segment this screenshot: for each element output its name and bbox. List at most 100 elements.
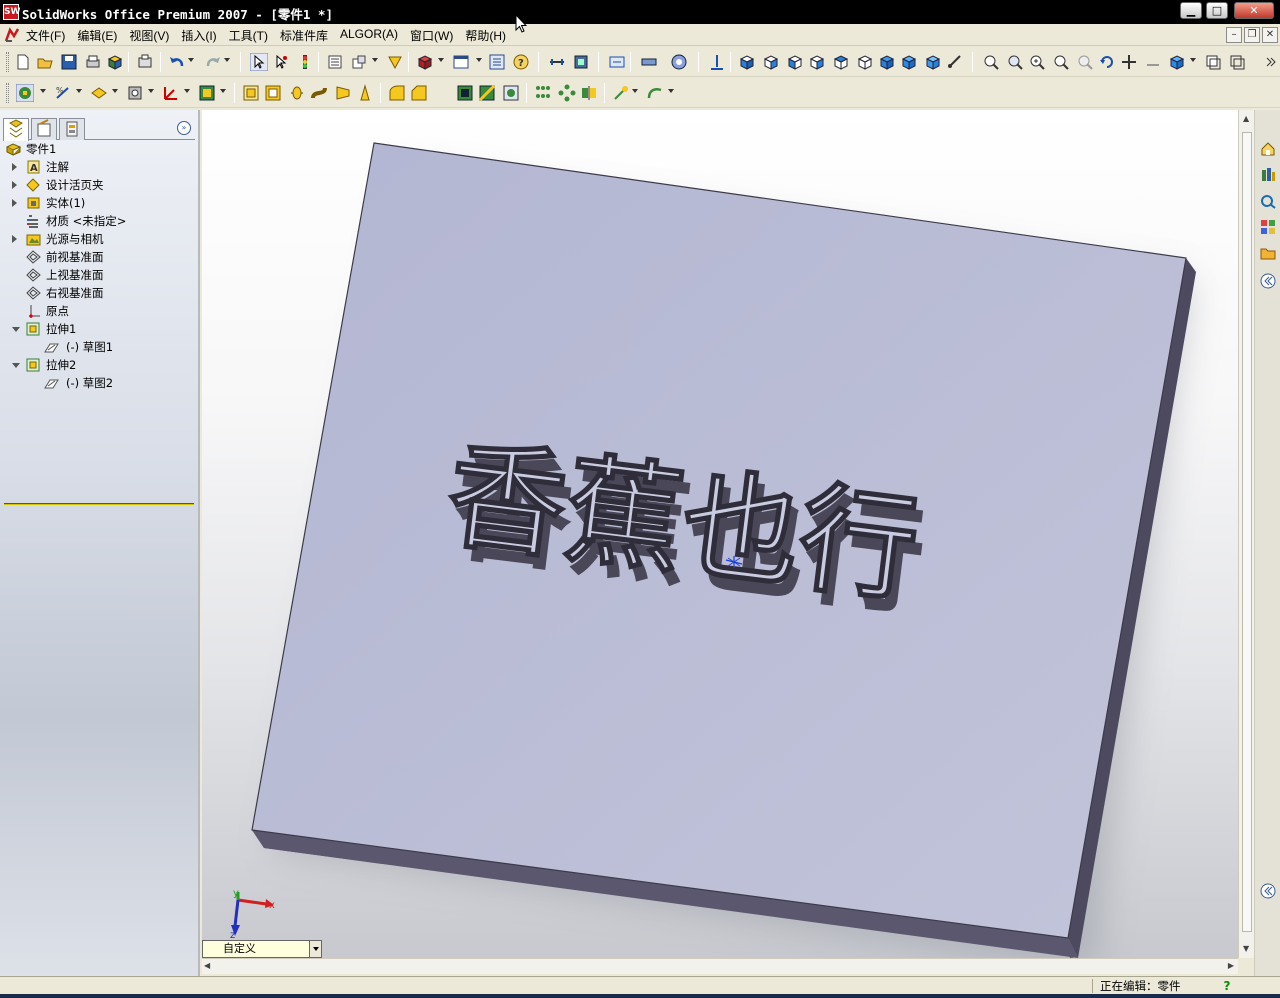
doc-restore-button[interactable]: ❐ <box>1244 27 1260 43</box>
expand-pane-icon[interactable] <box>1259 272 1277 290</box>
left-view-icon[interactable] <box>786 53 804 71</box>
revolve-icon[interactable] <box>288 84 306 102</box>
linear-pattern-icon[interactable] <box>534 84 552 102</box>
redo-icon[interactable] <box>204 53 222 71</box>
flex-icon[interactable] <box>646 84 664 102</box>
open-file-icon[interactable] <box>36 53 54 71</box>
select-pointer-icon[interactable] <box>249 52 269 72</box>
properties-icon[interactable] <box>488 53 506 71</box>
menu-item[interactable]: 视图(V) <box>129 27 169 44</box>
expand-icon[interactable] <box>12 235 17 243</box>
zoom-to-fit-icon[interactable] <box>982 53 1000 71</box>
print-preview-icon[interactable] <box>136 53 154 71</box>
chevron-down-icon[interactable] <box>40 89 46 93</box>
fillet-icon[interactable] <box>388 84 406 102</box>
scroll-thumb[interactable] <box>1242 132 1252 932</box>
select-filter-icon[interactable] <box>272 53 290 71</box>
help-icon[interactable]: ? <box>1220 979 1234 993</box>
isometric-view-icon[interactable] <box>878 53 896 71</box>
toolbar-overflow-icon[interactable] <box>1262 53 1280 71</box>
instant-3d-icon[interactable] <box>162 84 180 102</box>
trimetric-view-icon[interactable] <box>900 53 918 71</box>
dimxpert-icon[interactable] <box>608 53 626 71</box>
menu-item[interactable]: 文件(F) <box>26 27 65 44</box>
reference-geometry-icon[interactable] <box>90 84 108 102</box>
scroll-up-icon[interactable]: ▲ <box>1243 114 1249 123</box>
scroll-left-icon[interactable]: ◀ <box>204 961 210 970</box>
chevron-down-icon[interactable] <box>112 89 118 93</box>
file-explorer-icon[interactable] <box>1259 192 1277 210</box>
graphics-area[interactable]: 香蕉也行 香蕉也行 x y z 自定义 <box>202 110 1238 958</box>
chamfer-icon[interactable] <box>410 84 428 102</box>
collapse-icon[interactable] <box>12 327 20 332</box>
features-icon[interactable] <box>198 84 216 102</box>
circular-pattern-icon[interactable] <box>558 84 576 102</box>
chevron-down-icon[interactable] <box>76 89 82 93</box>
vertical-scrollbar[interactable]: ▲ ▼ <box>1238 110 1254 958</box>
back-view-icon[interactable] <box>762 53 780 71</box>
print-icon[interactable] <box>84 53 102 71</box>
zoom-previous-icon[interactable] <box>1076 53 1094 71</box>
hole-wizard-icon[interactable] <box>502 84 520 102</box>
link-views-icon[interactable] <box>946 53 964 71</box>
surface-icon[interactable] <box>670 53 688 71</box>
chevron-down-icon[interactable] <box>188 58 194 62</box>
mass-properties-icon[interactable] <box>572 53 590 71</box>
3d-content-icon[interactable] <box>416 53 434 71</box>
chevron-down-icon[interactable] <box>476 58 482 62</box>
expand-icon[interactable] <box>12 181 17 189</box>
sketch-toolbar-icon[interactable]: % <box>54 84 72 102</box>
menu-item[interactable]: 工具(T) <box>229 27 268 44</box>
tab-property-manager[interactable] <box>31 118 57 140</box>
menu-item[interactable]: 编辑(E) <box>77 27 117 44</box>
extruded-boss-icon[interactable] <box>242 84 260 102</box>
minimize-button[interactable]: ▁ <box>1180 2 1202 19</box>
rollback-bar[interactable] <box>4 503 194 505</box>
menu-item[interactable]: 插入(I) <box>181 27 216 44</box>
chevron-down-icon[interactable] <box>184 89 190 93</box>
rotate-view-icon[interactable] <box>1098 53 1116 71</box>
menu-item[interactable]: ALGOR(A) <box>340 27 398 44</box>
menu-item[interactable]: 标准件库 <box>280 27 328 44</box>
draft-icon[interactable] <box>356 84 374 102</box>
zoom-to-area-icon[interactable] <box>1006 53 1024 71</box>
dimetric-view-icon[interactable] <box>924 53 942 71</box>
mirror-icon[interactable] <box>580 84 598 102</box>
normal-to-icon[interactable] <box>708 53 726 71</box>
instant-3d-toggle-icon[interactable] <box>612 84 630 102</box>
scroll-right-icon[interactable]: ▶ <box>1228 961 1234 970</box>
help-circle-icon[interactable]: ? <box>512 53 530 71</box>
chevron-down-icon[interactable] <box>309 941 321 957</box>
solidworks-logo-icon[interactable] <box>4 27 20 43</box>
window-layout-icon[interactable] <box>452 53 470 71</box>
measure-icon[interactable] <box>548 53 566 71</box>
chevron-down-icon[interactable] <box>148 89 154 93</box>
feature-manager-toggle-icon[interactable] <box>15 83 35 103</box>
maximize-button[interactable]: □ <box>1206 2 1228 19</box>
zoom-to-selection-icon[interactable] <box>1052 53 1070 71</box>
expand-icon[interactable] <box>12 199 17 207</box>
save-icon[interactable] <box>60 53 78 71</box>
panel-collapse-icon[interactable]: » <box>177 121 191 135</box>
sheet-metal-icon[interactable] <box>640 53 658 71</box>
roll-view-icon[interactable] <box>1144 53 1162 71</box>
scroll-down-icon[interactable]: ▼ <box>1243 944 1249 953</box>
pan-icon[interactable] <box>1120 53 1138 71</box>
chevron-down-icon[interactable] <box>224 58 230 62</box>
rib-icon[interactable] <box>478 84 496 102</box>
scene-icon[interactable] <box>386 53 404 71</box>
undo-icon[interactable] <box>168 53 186 71</box>
design-library-icon[interactable] <box>1259 166 1277 184</box>
sweep-icon[interactable] <box>310 84 328 102</box>
bottom-view-icon[interactable] <box>856 53 874 71</box>
close-button[interactable]: ✕ <box>1234 2 1274 19</box>
toolbar-grip[interactable] <box>6 52 9 72</box>
curves-icon[interactable] <box>126 84 144 102</box>
appearances-folder-icon[interactable] <box>1259 244 1277 262</box>
extruded-cut-icon[interactable] <box>264 84 282 102</box>
collapse-icon[interactable] <box>12 363 20 368</box>
tab-feature-manager[interactable] <box>3 118 29 141</box>
solidworks-app-icon[interactable]: SW <box>3 4 20 20</box>
chevron-down-icon[interactable] <box>632 89 638 93</box>
options-icon[interactable] <box>326 53 344 71</box>
